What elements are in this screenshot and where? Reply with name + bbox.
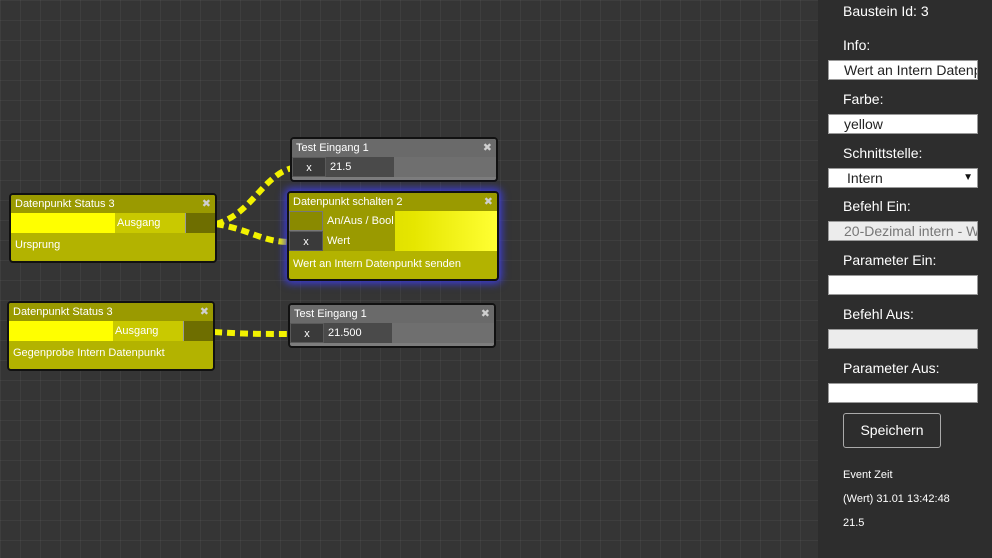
output-port[interactable]	[185, 213, 215, 233]
input-port[interactable]	[289, 211, 323, 231]
output-spacer	[9, 321, 113, 341]
node-test-eingang-a[interactable]: Test Eingang 1 ✖ x 21.5	[290, 137, 498, 182]
output-label: Ausgang	[113, 321, 183, 341]
close-icon[interactable]: ✖	[202, 195, 211, 213]
close-icon[interactable]: ✖	[483, 139, 492, 157]
node-title: Datenpunkt Status 3	[15, 198, 115, 210]
input-value: 21.500	[324, 323, 392, 343]
node-title: Datenpunkt Status 3	[13, 306, 113, 318]
cmd-off-field[interactable]	[828, 329, 978, 349]
input-label: An/Aus / Bool	[323, 211, 395, 231]
interface-select[interactable]: Intern ▼	[828, 168, 978, 188]
node-test-eingang-b[interactable]: Test Eingang 1 ✖ x 21.500	[288, 303, 496, 348]
cmd-off-label: Befehl Aus:	[843, 306, 914, 322]
node-footer: Wert an Intern Datenpunkt senden	[293, 258, 461, 270]
info-field[interactable]: Wert an Intern Datenpunkt senden	[828, 60, 978, 80]
node-editor-canvas[interactable]: Datenpunkt Status 3 ✖ Ausgang Ursprung D…	[0, 0, 818, 558]
color-field[interactable]: yellow	[828, 114, 978, 134]
output-spacer	[11, 213, 115, 233]
properties-panel: Baustein Id: 3 Info: Wert an Intern Date…	[818, 0, 992, 558]
param-on-field[interactable]	[828, 275, 978, 295]
input-value: 21.5	[326, 157, 394, 177]
cmd-on-field[interactable]: 20-Dezimal intern - Wert	[828, 221, 978, 241]
node-title: Datenpunkt schalten 2	[293, 196, 403, 208]
node-header[interactable]: Datenpunkt schalten 2 ✖	[289, 193, 497, 211]
node-header[interactable]: Test Eingang 1 ✖	[292, 139, 496, 157]
node-title: Test Eingang 1	[294, 308, 367, 320]
node-datenpunkt-status-b[interactable]: Datenpunkt Status 3 ✖ Ausgang Gegenprobe…	[7, 301, 215, 371]
interface-select-value: Intern	[847, 170, 883, 186]
node-title: Test Eingang 1	[296, 142, 369, 154]
block-id-label: Baustein Id: 3	[843, 3, 929, 19]
close-icon[interactable]: ✖	[200, 303, 209, 321]
input-label: Wert	[323, 231, 395, 251]
node-datenpunkt-status-a[interactable]: Datenpunkt Status 3 ✖ Ausgang Ursprung	[9, 193, 217, 263]
event-line: (Wert) 31.01 13:42:48	[843, 493, 950, 505]
event-value: 21.5	[843, 517, 865, 529]
close-icon[interactable]: ✖	[484, 193, 493, 211]
chevron-down-icon[interactable]: ▼	[963, 169, 973, 187]
param-off-field[interactable]	[828, 383, 978, 403]
input-row: x 21.5	[292, 157, 496, 177]
output-row: Ausgang	[11, 213, 215, 233]
node-header[interactable]: Test Eingang 1 ✖	[290, 305, 494, 323]
output-port[interactable]	[183, 321, 213, 341]
node-footer: Ursprung	[15, 239, 61, 251]
wire-status-to-switch	[215, 221, 291, 245]
inputs-area: An/Aus / Bool x Wert	[289, 211, 497, 251]
info-label: Info:	[843, 37, 871, 53]
output-row: Ausgang	[9, 321, 213, 341]
input-row-value: x Wert	[289, 231, 497, 251]
interface-label: Schnittstelle:	[843, 145, 923, 161]
node-header[interactable]: Datenpunkt Status 3 ✖	[11, 195, 215, 213]
wire-status2-to-test2	[213, 329, 291, 337]
param-on-label: Parameter Ein:	[843, 252, 937, 268]
event-title: Event Zeit	[843, 469, 893, 481]
close-icon[interactable]: ✖	[481, 305, 490, 323]
input-row-bool: An/Aus / Bool	[289, 211, 497, 231]
wire-status-to-test	[215, 165, 293, 227]
input-port[interactable]: x	[289, 231, 323, 251]
color-label: Farbe:	[843, 91, 884, 107]
input-port[interactable]: x	[290, 323, 324, 343]
save-button[interactable]: Speichern	[843, 413, 941, 448]
node-datenpunkt-schalten[interactable]: Datenpunkt schalten 2 ✖ An/Aus / Bool x …	[287, 191, 499, 281]
input-row: x 21.500	[290, 323, 494, 343]
node-footer: Gegenprobe Intern Datenpunkt	[13, 347, 165, 359]
output-label: Ausgang	[115, 213, 185, 233]
param-off-label: Parameter Aus:	[843, 360, 940, 376]
node-header[interactable]: Datenpunkt Status 3 ✖	[9, 303, 213, 321]
cmd-on-label: Befehl Ein:	[843, 198, 911, 214]
input-port[interactable]: x	[292, 157, 326, 177]
